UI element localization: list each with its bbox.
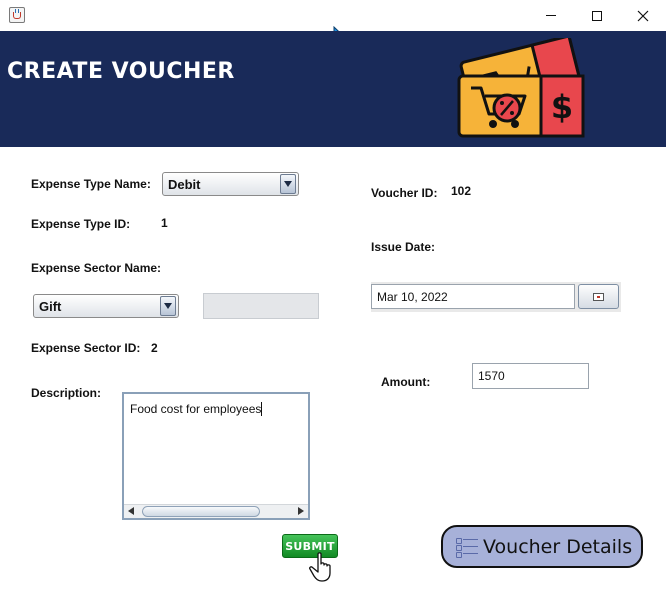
- voucher-details-button[interactable]: Voucher Details: [441, 525, 643, 568]
- minimize-button[interactable]: [528, 0, 574, 31]
- maximize-icon: [592, 10, 602, 21]
- expense-type-name-label: Expense Type Name:: [31, 177, 151, 191]
- scrollbar-thumb[interactable]: [142, 506, 260, 517]
- java-cup-icon: [9, 7, 25, 23]
- expense-sector-disabled-field: [203, 293, 319, 319]
- voucher-details-label: Voucher Details: [483, 535, 633, 558]
- close-icon: [637, 10, 649, 21]
- scroll-right-icon[interactable]: [298, 507, 304, 515]
- voucher-id-label: Voucher ID:: [371, 186, 438, 200]
- expense-sector-id-label: Expense Sector ID:: [31, 341, 141, 355]
- svg-text:$: $: [551, 88, 573, 126]
- calendar-icon: [593, 292, 604, 301]
- expense-type-name-select[interactable]: Debit: [162, 172, 299, 196]
- amount-label: Amount:: [381, 375, 431, 389]
- expense-sector-id-value: 2: [151, 341, 158, 355]
- scroll-left-icon[interactable]: [128, 507, 134, 515]
- description-text: Food cost for employees: [130, 402, 262, 416]
- expense-sector-name-value: Gift: [39, 298, 62, 314]
- description-label: Description:: [31, 386, 102, 400]
- voucher-coupon-graphic: $: [457, 38, 585, 138]
- expense-type-name-value: Debit: [168, 176, 201, 192]
- description-textarea[interactable]: Food cost for employees: [122, 392, 310, 520]
- maximize-button[interactable]: [574, 0, 620, 31]
- voucher-id-value: 102: [451, 184, 472, 198]
- expense-sector-name-label: Expense Sector Name:: [31, 261, 162, 275]
- expense-sector-name-select[interactable]: Gift: [33, 294, 179, 318]
- page-title: CREATE VOUCHER: [7, 59, 235, 84]
- expense-type-id-value: 1: [161, 216, 168, 230]
- expense-type-id-label: Expense Type ID:: [31, 217, 131, 231]
- list-icon: [456, 537, 478, 558]
- amount-input[interactable]: 1570: [472, 363, 589, 389]
- chevron-down-icon[interactable]: [160, 296, 176, 316]
- text-caret: [261, 402, 263, 416]
- issue-date-input[interactable]: Mar 10, 2022: [371, 284, 575, 309]
- issue-date-label: Issue Date:: [371, 240, 436, 254]
- description-horizontal-scrollbar[interactable]: [124, 504, 308, 518]
- close-button[interactable]: [620, 0, 666, 31]
- hand-pointer-icon: [309, 552, 331, 582]
- minimize-icon: [546, 15, 556, 16]
- calendar-button[interactable]: [578, 284, 619, 309]
- chevron-down-icon[interactable]: [280, 174, 296, 194]
